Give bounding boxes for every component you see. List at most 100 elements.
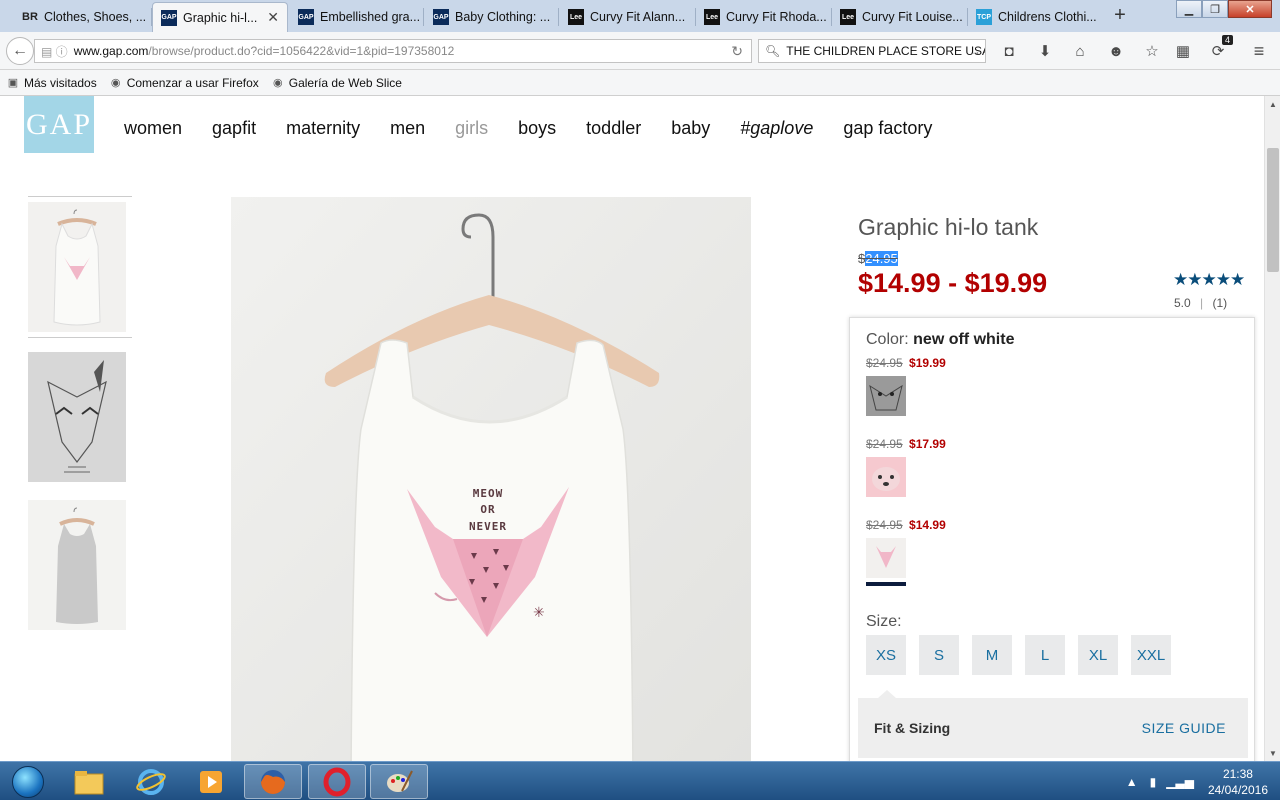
rating-stars-icon[interactable]: ★★★★★ xyxy=(1173,270,1245,290)
scroll-thumb[interactable] xyxy=(1267,148,1279,272)
tab-childrens-clothing[interactable]: TCP Childrens Clothi... xyxy=(968,2,1104,32)
nav-toddler[interactable]: toddler xyxy=(586,118,641,139)
fit-notch xyxy=(878,690,896,698)
tab-curvy-fit-rhoda[interactable]: Lee Curvy Fit Rhoda... xyxy=(696,2,832,32)
unicorn-graphic-image xyxy=(28,352,126,482)
pocket-icon[interactable]: ◘ xyxy=(998,41,1020,61)
minimize-icon[interactable]: ▁ xyxy=(1176,0,1202,18)
addon-badge: 4 xyxy=(1221,35,1233,45)
size-l-button[interactable]: L xyxy=(1025,635,1065,675)
close-tab-icon[interactable]: ✕ xyxy=(267,9,279,26)
thumbnail-graphic-detail[interactable] xyxy=(28,352,126,482)
taskbar-paint[interactable] xyxy=(370,764,428,799)
gap-logo[interactable]: GAP xyxy=(24,96,94,153)
search-icon: 🔍︎ xyxy=(765,44,781,58)
reading-list-icon[interactable]: ▦ xyxy=(1172,41,1194,61)
size-guide-link[interactable]: SIZE GUIDE xyxy=(1142,720,1226,736)
rating-value: 5.0 xyxy=(1174,296,1191,310)
reload-icon[interactable]: ↻ xyxy=(731,43,743,60)
scroll-up-icon[interactable]: ▲ xyxy=(1265,96,1280,112)
size-m-button[interactable]: M xyxy=(972,635,1012,675)
swatch-was-price: $24.95 xyxy=(866,518,903,532)
taskbar-media-player[interactable] xyxy=(182,764,240,799)
nav-gapfit[interactable]: gapfit xyxy=(212,118,256,139)
nav-maternity[interactable]: maternity xyxy=(286,118,360,139)
color-swatch-pink-dog[interactable] xyxy=(866,457,906,497)
clock-time: 21:38 xyxy=(1222,766,1253,781)
size-selector: XS S M L XL XXL xyxy=(866,635,1184,675)
clock[interactable]: 21:38 24/04/2016 xyxy=(1208,766,1268,798)
nav-men[interactable]: men xyxy=(390,118,425,139)
tab-clothes-shoes[interactable]: BR Clothes, Shoes, ... xyxy=(14,2,152,32)
clock-date: 24/04/2016 xyxy=(1207,782,1268,797)
nav-girls[interactable]: girls xyxy=(455,118,488,139)
bookmark-web-slice[interactable]: ◉ Galería de Web Slice xyxy=(271,76,402,90)
thumbnail-back[interactable] xyxy=(28,500,126,630)
tab-baby-clothing[interactable]: GAP Baby Clothing: ... xyxy=(425,2,559,32)
search-bar[interactable]: 🔍︎ THE CHILDREN PLACE STORE USA → xyxy=(758,39,986,63)
bookmark-star-icon[interactable]: ☆ xyxy=(1141,41,1163,61)
taskbar-opera[interactable] xyxy=(308,764,366,799)
home-icon[interactable]: ⌂ xyxy=(1069,41,1091,61)
back-button[interactable]: ← xyxy=(6,37,34,65)
tab-bar: BR Clothes, Shoes, ... GAP Graphic hi-l.… xyxy=(0,0,1280,32)
network-signal-icon[interactable]: ▁▃▅ xyxy=(1166,775,1194,789)
addon-icon[interactable]: ⟳ 4 xyxy=(1207,35,1233,61)
tab-label: Curvy Fit Alann... xyxy=(590,10,686,24)
thumbnail-front[interactable] xyxy=(28,202,126,332)
tab-graphic-hi-lo[interactable]: GAP Graphic hi-l... ✕ xyxy=(152,2,288,32)
swatch-price: $24.95 $17.99 xyxy=(866,437,946,451)
color-label: Color: new off white xyxy=(866,331,1014,349)
tab-label: Baby Clothing: ... xyxy=(455,10,551,24)
swatch-pink-image xyxy=(866,457,906,497)
new-tab-button[interactable]: + xyxy=(1108,4,1132,27)
tab-curvy-fit-alann[interactable]: Lee Curvy Fit Alann... xyxy=(560,2,696,32)
search-go-icon[interactable]: → xyxy=(969,44,981,58)
maximize-icon[interactable]: ❐ xyxy=(1202,0,1228,18)
main-product-image[interactable]: ✳ MEOW OR NEVER xyxy=(231,197,751,761)
taskbar-explorer[interactable] xyxy=(60,764,118,799)
globe-icon: ◉ xyxy=(272,77,283,89)
tab-curvy-fit-louise[interactable]: Lee Curvy Fit Louise... xyxy=(832,2,968,32)
nav-boys[interactable]: boys xyxy=(518,118,556,139)
nav-women[interactable]: women xyxy=(124,118,182,139)
size-xl-button[interactable]: XL xyxy=(1078,635,1118,675)
color-swatch-off-white-selected[interactable] xyxy=(866,538,906,586)
swatch-price: $24.95 $19.99 xyxy=(866,356,946,370)
close-window-icon[interactable]: ✕ xyxy=(1228,0,1272,18)
chat-icon[interactable]: ☻ xyxy=(1105,41,1127,61)
scroll-down-icon[interactable]: ▼ xyxy=(1265,745,1280,761)
size-s-button[interactable]: S xyxy=(919,635,959,675)
power-icon[interactable]: ▮ xyxy=(1150,775,1157,789)
tab-embellished[interactable]: GAP Embellished gra... xyxy=(290,2,424,32)
bookmark-firefox[interactable]: ◉ Comenzar a usar Firefox xyxy=(109,76,259,90)
gap-favicon-icon: GAP xyxy=(433,9,449,25)
menu-icon[interactable]: ≡ xyxy=(1248,41,1270,61)
nav-gap-factory[interactable]: gap factory xyxy=(843,118,932,139)
shirt-text-never: NEVER xyxy=(469,520,507,533)
back-arrow-icon: ← xyxy=(12,42,28,59)
color-swatch-gray-unicorn[interactable] xyxy=(866,376,906,416)
start-button[interactable] xyxy=(2,763,54,800)
taskbar-internet-explorer[interactable] xyxy=(122,764,180,799)
tcp-favicon-icon: TCP xyxy=(976,9,992,25)
swatch-price: $24.95 $14.99 xyxy=(866,518,946,532)
bookmark-mas-visitados[interactable]: ▣ Más visitados xyxy=(6,76,97,90)
divider xyxy=(28,337,132,338)
download-icon[interactable]: ⬇ xyxy=(1034,41,1056,61)
bookmarks-toolbar: ▣ Más visitados ◉ Comenzar a usar Firefox … xyxy=(0,70,1280,96)
url-bar[interactable]: ▤ ⓘ www.gap.com/browse/product.do?cid=10… xyxy=(34,39,752,63)
bookmark-label: Galería de Web Slice xyxy=(288,75,402,90)
page-info-icon[interactable]: ▤ ⓘ xyxy=(41,43,68,60)
tank-top-illustration: ✳ MEOW OR NEVER xyxy=(231,197,751,761)
rating-summary[interactable]: 5.0 | (1) xyxy=(1174,296,1227,310)
nav-baby[interactable]: baby xyxy=(671,118,710,139)
size-xs-button[interactable]: XS xyxy=(866,635,906,675)
size-xxl-button[interactable]: XXL xyxy=(1131,635,1171,675)
taskbar-firefox[interactable] xyxy=(244,764,302,799)
navigation-toolbar: ← ▤ ⓘ www.gap.com/browse/product.do?cid=… xyxy=(0,32,1280,70)
tray-expand-icon[interactable]: ▲ xyxy=(1126,775,1138,789)
page-scrollbar[interactable]: ▲ ▼ xyxy=(1264,96,1280,761)
nav-gaplove[interactable]: #gaplove xyxy=(740,118,813,139)
tab-label: Curvy Fit Rhoda... xyxy=(726,10,827,24)
